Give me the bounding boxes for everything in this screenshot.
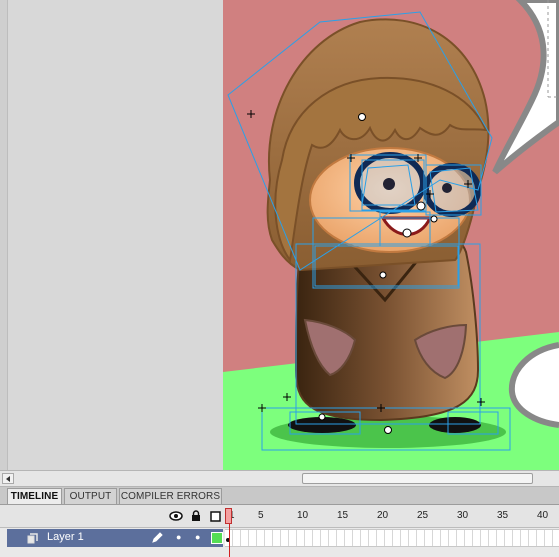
- frame-number: 40: [537, 510, 549, 521]
- pencil-icon: [152, 532, 163, 543]
- layer-row[interactable]: Layer 1 ● ●: [7, 529, 223, 547]
- layer-frames[interactable]: [225, 529, 559, 547]
- frame-number: 20: [377, 510, 389, 521]
- frame-number: 35: [497, 510, 509, 521]
- scroll-left-arrow-icon[interactable]: [2, 473, 14, 484]
- layer-outline-color-swatch[interactable]: [211, 532, 223, 544]
- lock-dot-icon[interactable]: ●: [195, 532, 200, 542]
- visibility-dot-icon[interactable]: ●: [176, 532, 181, 542]
- panel-tab-bar: TIMELINE OUTPUT COMPILER ERRORS: [0, 487, 559, 505]
- playhead-line: [229, 524, 230, 557]
- tab-timeline[interactable]: TIMELINE: [7, 488, 62, 504]
- layer-page-icon: [27, 533, 38, 544]
- frame-number: 10: [297, 510, 309, 521]
- tab-output[interactable]: OUTPUT: [64, 488, 117, 504]
- tab-compiler-errors[interactable]: COMPILER ERRORS: [119, 488, 222, 504]
- stage-area: [0, 0, 559, 470]
- scroll-thumb[interactable]: [302, 473, 533, 484]
- frame-number: 15: [337, 510, 349, 521]
- character-drawing[interactable]: [223, 0, 559, 470]
- layer-name[interactable]: Layer 1: [47, 531, 84, 543]
- outline-icon[interactable]: [210, 511, 221, 522]
- timeline-header: 1 5 10 15 20 25 30 35 40: [0, 505, 559, 528]
- left-panel-edge: [0, 0, 8, 470]
- lock-icon[interactable]: [191, 510, 201, 522]
- frame-number: 5: [258, 510, 264, 521]
- eye-icon[interactable]: [169, 511, 183, 521]
- frame-number: 25: [417, 510, 429, 521]
- frame-number: 30: [457, 510, 469, 521]
- stage-horizontal-scrollbar[interactable]: [0, 470, 559, 487]
- playhead[interactable]: [225, 508, 232, 524]
- right-glasses-lens: [423, 163, 481, 217]
- timeline-panel: 1 5 10 15 20 25 30 35 40 Layer 1 ● ●: [0, 505, 559, 557]
- stage-canvas[interactable]: [223, 0, 559, 470]
- right-foot: [429, 417, 481, 433]
